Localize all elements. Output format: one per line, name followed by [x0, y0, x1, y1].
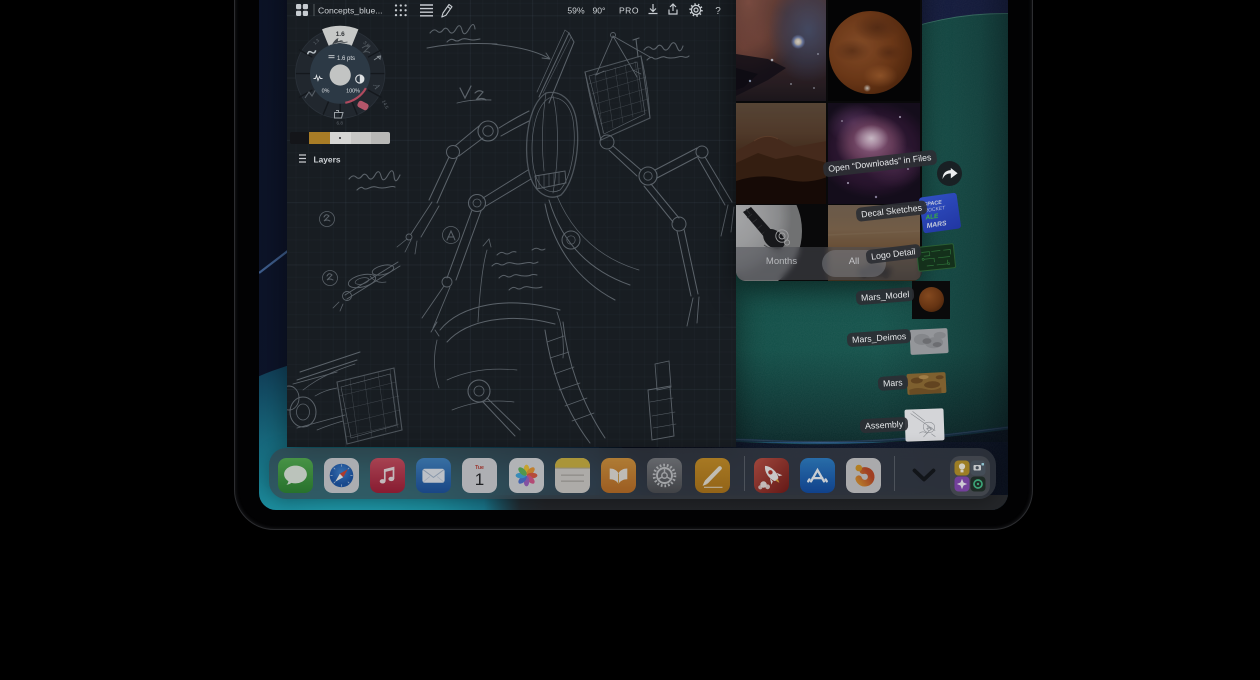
svg-text:1.6 pts: 1.6 pts — [337, 56, 355, 62]
svg-text:1: 1 — [475, 470, 484, 489]
svg-text:Layers: Layers — [314, 155, 341, 165]
svg-text:0%: 0% — [322, 89, 330, 95]
svg-text:14.5: 14.5 — [381, 99, 389, 110]
svg-text:Concepts_blue...: Concepts_blue... — [318, 5, 383, 15]
svg-text:1.6: 1.6 — [336, 31, 345, 38]
svg-text:?: ? — [715, 6, 721, 17]
svg-text:MARS: MARS — [926, 220, 947, 230]
svg-text:90°: 90° — [593, 5, 606, 15]
svg-text:100%: 100% — [346, 89, 360, 95]
svg-text:59%: 59% — [567, 5, 585, 15]
svg-text:6.8: 6.8 — [337, 121, 344, 126]
svg-text:ALE: ALE — [924, 213, 939, 222]
svg-text:PRO: PRO — [619, 5, 639, 15]
